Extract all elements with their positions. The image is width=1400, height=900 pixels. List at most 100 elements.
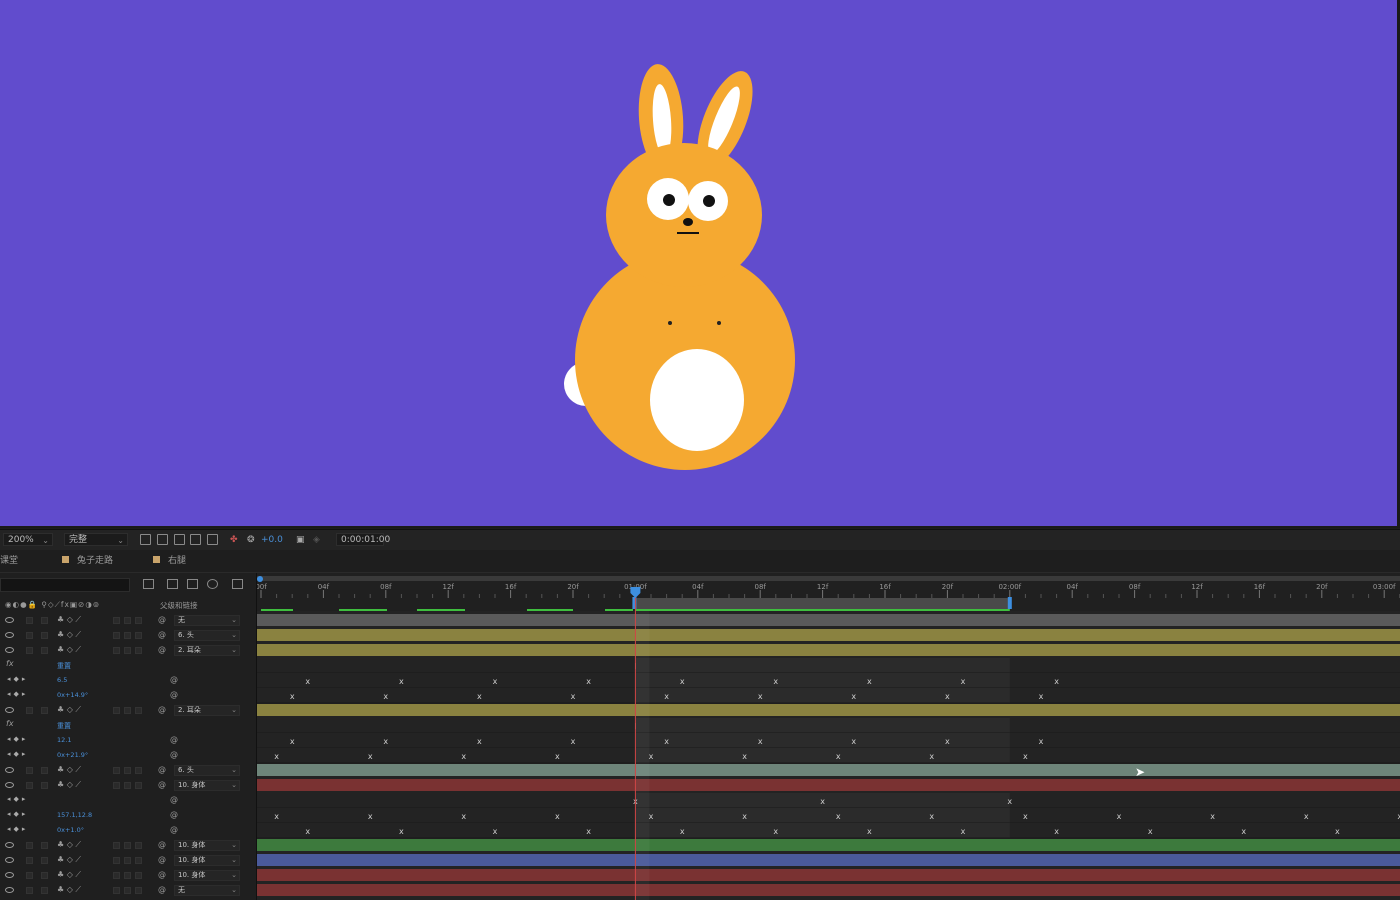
visibility-eye-icon[interactable] [5,782,14,788]
layer-switch-icons[interactable]: ♣ ◇ ⟋ [57,885,81,895]
keyframe-marker[interactable]: x [773,677,778,686]
switch-box[interactable] [124,767,131,774]
switch-box[interactable] [124,857,131,864]
time-navigator-bar[interactable] [257,576,1400,581]
switch-box[interactable] [113,617,120,624]
property-value[interactable]: 157.1,12.8 [57,811,92,819]
keyframe-marker[interactable]: x [773,827,778,836]
tab-classroom[interactable]: 课堂 [0,556,18,567]
visibility-eye-icon[interactable] [5,707,14,713]
keyframe-marker[interactable]: x [1007,797,1012,806]
keyframe-marker[interactable]: x [1210,812,1215,821]
switch-box[interactable] [41,767,48,774]
expression-pick-whip-icon[interactable]: @ [170,795,178,804]
zoom-dropdown[interactable]: 200% ⌄ [3,533,53,546]
visibility-eye-icon[interactable] [5,842,14,848]
layer-duration-bar[interactable] [257,644,1400,656]
pick-whip-icon[interactable]: @ [158,615,166,624]
keyframe-marker[interactable]: x [664,737,669,746]
parent-dropdown[interactable]: 10. 身体 ⌄ [174,840,240,851]
keyframe-marker[interactable]: x [461,752,466,761]
switch-box[interactable] [41,707,48,714]
parent-dropdown[interactable]: 10. 身体 ⌄ [174,870,240,881]
pick-whip-icon[interactable]: @ [158,630,166,639]
frame-blending-icon[interactable] [187,579,198,589]
effect-reset-link[interactable]: 重置 [57,721,71,731]
keyframe-marker[interactable]: x [461,812,466,821]
switch-box[interactable] [26,632,33,639]
keyframe-navigator-icon[interactable]: ◂◆▸ [7,675,28,683]
layer-duration-bar[interactable] [257,704,1400,716]
layer-switch-icons[interactable]: ♣ ◇ ⟋ [57,855,81,865]
property-value[interactable]: 0x+14.9° [57,691,88,699]
keyframe-marker[interactable]: x [368,752,373,761]
switch-box[interactable] [135,842,142,849]
switch-box[interactable] [41,857,48,864]
pick-whip-icon[interactable]: @ [158,885,166,894]
layer-row[interactable]: ♣ ◇ ⟋ @ 无 ⌄ [0,613,256,628]
switch-box[interactable] [41,887,48,894]
shy-layers-icon[interactable] [167,579,178,589]
keyframe-marker[interactable]: x [758,737,763,746]
exposure-value[interactable]: +0.0 [261,534,283,546]
keyframe-marker[interactable]: x [1023,812,1028,821]
property-row[interactable]: ◂◆▸ 0x+1.0° @ [0,823,256,838]
switch-box[interactable] [124,617,131,624]
current-time-display[interactable]: 0:00:01:00 [336,533,390,546]
layer-switch-icons[interactable]: ♣ ◇ ⟋ [57,765,81,775]
property-row[interactable]: ◂◆▸ 0x+21.9° @ [0,748,256,763]
switch-box[interactable] [124,632,131,639]
visibility-eye-icon[interactable] [5,857,14,863]
keyframe-marker[interactable]: x [477,692,482,701]
switch-box[interactable] [124,707,131,714]
parent-dropdown[interactable]: 6. 头 ⌄ [174,630,240,641]
property-row[interactable]: ◂◆▸ 12.1 @ [0,733,256,748]
keyframe-navigator-icon[interactable]: ◂◆▸ [7,795,28,803]
switch-box[interactable] [113,767,120,774]
pick-whip-icon[interactable]: @ [158,780,166,789]
keyframe-marker[interactable]: x [1023,752,1028,761]
work-area-end-handle[interactable] [1007,597,1012,609]
grid-guides-icon[interactable] [190,534,201,545]
expression-pick-whip-icon[interactable]: @ [170,690,178,699]
switch-box[interactable] [135,707,142,714]
switch-box[interactable] [124,872,131,879]
keyframe-navigator-icon[interactable]: ◂◆▸ [7,825,28,833]
visibility-eye-icon[interactable] [5,872,14,878]
keyframe-marker[interactable]: x [586,677,591,686]
keyframe-navigator-icon[interactable]: ◂◆▸ [7,750,28,758]
resolution-dropdown[interactable]: 完整 ⌄ [64,533,128,546]
layer-search-input[interactable] [0,578,130,592]
switch-box[interactable] [113,857,120,864]
expression-pick-whip-icon[interactable]: @ [170,810,178,819]
property-row[interactable]: ◂◆▸ 6.5 @ [0,673,256,688]
layer-row[interactable]: ♣ ◇ ⟋ @2. 耳朵 ⌄ [0,643,256,658]
pick-whip-icon[interactable]: @ [158,870,166,879]
switch-box[interactable] [124,647,131,654]
keyframe-marker[interactable]: x [586,827,591,836]
layer-duration-bar[interactable] [257,629,1400,641]
parent-dropdown[interactable]: 2. 耳朵 ⌄ [174,645,240,656]
keyframe-marker[interactable]: x [305,827,310,836]
keyframe-marker[interactable]: x [820,797,825,806]
pick-whip-icon[interactable]: @ [158,645,166,654]
keyframe-marker[interactable]: x [274,752,279,761]
switch-box[interactable] [135,767,142,774]
keyframe-navigator-icon[interactable]: ◂◆▸ [7,690,28,698]
tab-right-leg[interactable]: 右腿 [153,556,186,567]
keyframe-marker[interactable]: x [1039,737,1044,746]
parent-dropdown[interactable]: 6. 头 ⌄ [174,765,240,776]
keyframe-marker[interactable]: x [399,677,404,686]
keyframe-marker[interactable]: x [836,812,841,821]
switch-box[interactable] [135,647,142,654]
mask-path-icon[interactable] [174,534,185,545]
parent-dropdown[interactable]: 无 ⌄ [174,615,240,626]
switch-box[interactable] [124,887,131,894]
switch-box[interactable] [124,842,131,849]
layer-row[interactable]: ♣ ◇ ⟋ @10. 身体 ⌄ [0,778,256,793]
layer-row[interactable]: ♣ ◇ ⟋ @10. 身体 ⌄ [0,838,256,853]
expression-pick-whip-icon[interactable]: @ [170,675,178,684]
switch-box[interactable] [26,782,33,789]
keyframe-marker[interactable]: x [851,737,856,746]
transparency-grid-icon[interactable] [157,534,168,545]
